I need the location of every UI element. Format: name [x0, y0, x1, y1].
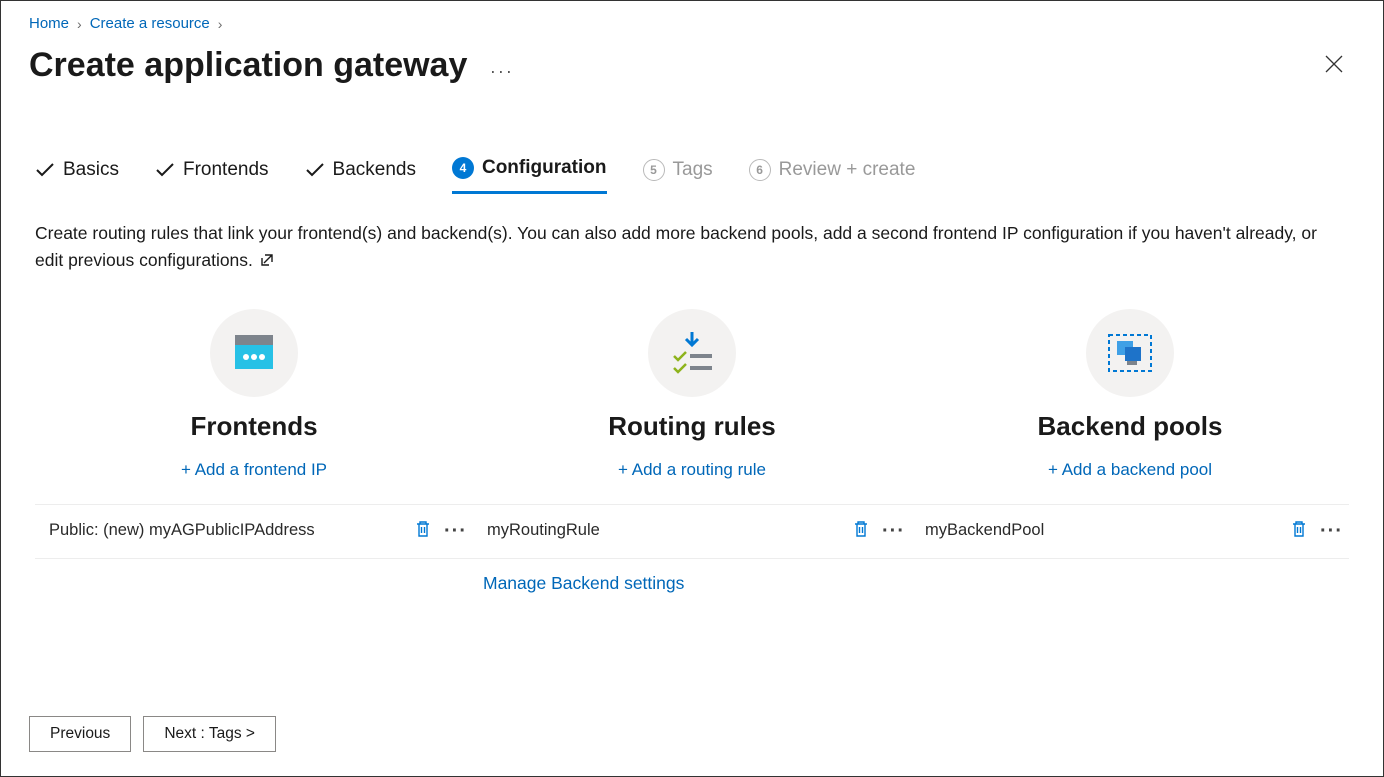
- more-button[interactable]: ···: [444, 526, 467, 536]
- more-button[interactable]: ···: [1320, 526, 1343, 536]
- step-basics[interactable]: Basics: [35, 159, 119, 193]
- step-number-badge: 5: [643, 159, 665, 181]
- checkmark-icon: [155, 160, 175, 180]
- delete-button[interactable]: [412, 517, 434, 544]
- item-actions: ···: [850, 517, 905, 544]
- step-frontends[interactable]: Frontends: [155, 159, 269, 193]
- description-text: Create routing rules that link your fron…: [1, 194, 1383, 281]
- add-routing-rule-button[interactable]: + Add a routing rule: [618, 460, 766, 480]
- title-row: Create application gateway ···: [1, 36, 1383, 95]
- frontends-title: Frontends: [190, 411, 317, 442]
- checkmark-icon: [35, 160, 55, 180]
- step-review[interactable]: 6 Review + create: [749, 159, 916, 193]
- backend-icon: [1086, 309, 1174, 397]
- breadcrumb-home[interactable]: Home: [29, 15, 69, 32]
- step-number-badge: 6: [749, 159, 771, 181]
- add-frontend-button[interactable]: + Add a frontend IP: [181, 460, 327, 480]
- backend-title: Backend pools: [1038, 411, 1223, 442]
- breadcrumb: Home › Create a resource ›: [1, 1, 1383, 36]
- item-actions: ···: [412, 517, 467, 544]
- chevron-right-icon: ›: [218, 16, 223, 32]
- backend-item-name: myBackendPool: [925, 521, 1044, 540]
- backend-item-row: myBackendPool ···: [911, 504, 1349, 559]
- trash-icon: [414, 519, 432, 539]
- step-label: Review + create: [779, 159, 916, 181]
- add-backend-pool-button[interactable]: + Add a backend pool: [1048, 460, 1212, 480]
- step-number-badge: 4: [452, 157, 474, 179]
- previous-button[interactable]: Previous: [29, 716, 131, 752]
- close-button[interactable]: [1321, 51, 1347, 80]
- routing-column: Routing rules + Add a routing rule myRou…: [473, 309, 911, 594]
- manage-backend-settings-link[interactable]: Manage Backend settings: [483, 573, 684, 594]
- step-label: Basics: [63, 159, 119, 181]
- trash-icon: [852, 519, 870, 539]
- step-label: Backends: [333, 159, 416, 181]
- step-backends[interactable]: Backends: [305, 159, 416, 193]
- frontends-icon: [210, 309, 298, 397]
- step-label: Frontends: [183, 159, 269, 181]
- wizard-steps: Basics Frontends Backends 4 Configuratio…: [1, 95, 1383, 194]
- step-tags[interactable]: 5 Tags: [643, 159, 713, 193]
- routing-title: Routing rules: [608, 411, 776, 442]
- frontend-item-name: Public: (new) myAGPublicIPAddress: [49, 521, 315, 540]
- frontend-item-row: Public: (new) myAGPublicIPAddress ···: [35, 504, 473, 559]
- close-icon: [1325, 55, 1343, 73]
- routing-item-row: myRoutingRule ···: [473, 504, 911, 559]
- delete-button[interactable]: [1288, 517, 1310, 544]
- trash-icon: [1290, 519, 1308, 539]
- external-link-icon[interactable]: [260, 248, 274, 275]
- more-icon[interactable]: ···: [490, 61, 514, 81]
- configuration-columns: Frontends + Add a frontend IP Public: (n…: [1, 281, 1383, 594]
- routing-item-name: myRoutingRule: [487, 521, 600, 540]
- step-configuration[interactable]: 4 Configuration: [452, 157, 607, 194]
- breadcrumb-create-resource[interactable]: Create a resource: [90, 15, 210, 32]
- step-label: Configuration: [482, 157, 607, 179]
- chevron-right-icon: ›: [77, 16, 82, 32]
- routing-icon: [648, 309, 736, 397]
- item-actions: ···: [1288, 517, 1343, 544]
- page-title: Create application gateway: [29, 46, 467, 84]
- more-button[interactable]: ···: [882, 526, 905, 536]
- checkmark-icon: [305, 160, 325, 180]
- description-content: Create routing rules that link your fron…: [35, 223, 1317, 270]
- backend-column: Backend pools + Add a backend pool myBac…: [911, 309, 1349, 594]
- delete-button[interactable]: [850, 517, 872, 544]
- footer-buttons: Previous Next : Tags >: [29, 716, 276, 752]
- step-label: Tags: [673, 159, 713, 181]
- frontends-column: Frontends + Add a frontend IP Public: (n…: [35, 309, 473, 594]
- next-button[interactable]: Next : Tags >: [143, 716, 276, 752]
